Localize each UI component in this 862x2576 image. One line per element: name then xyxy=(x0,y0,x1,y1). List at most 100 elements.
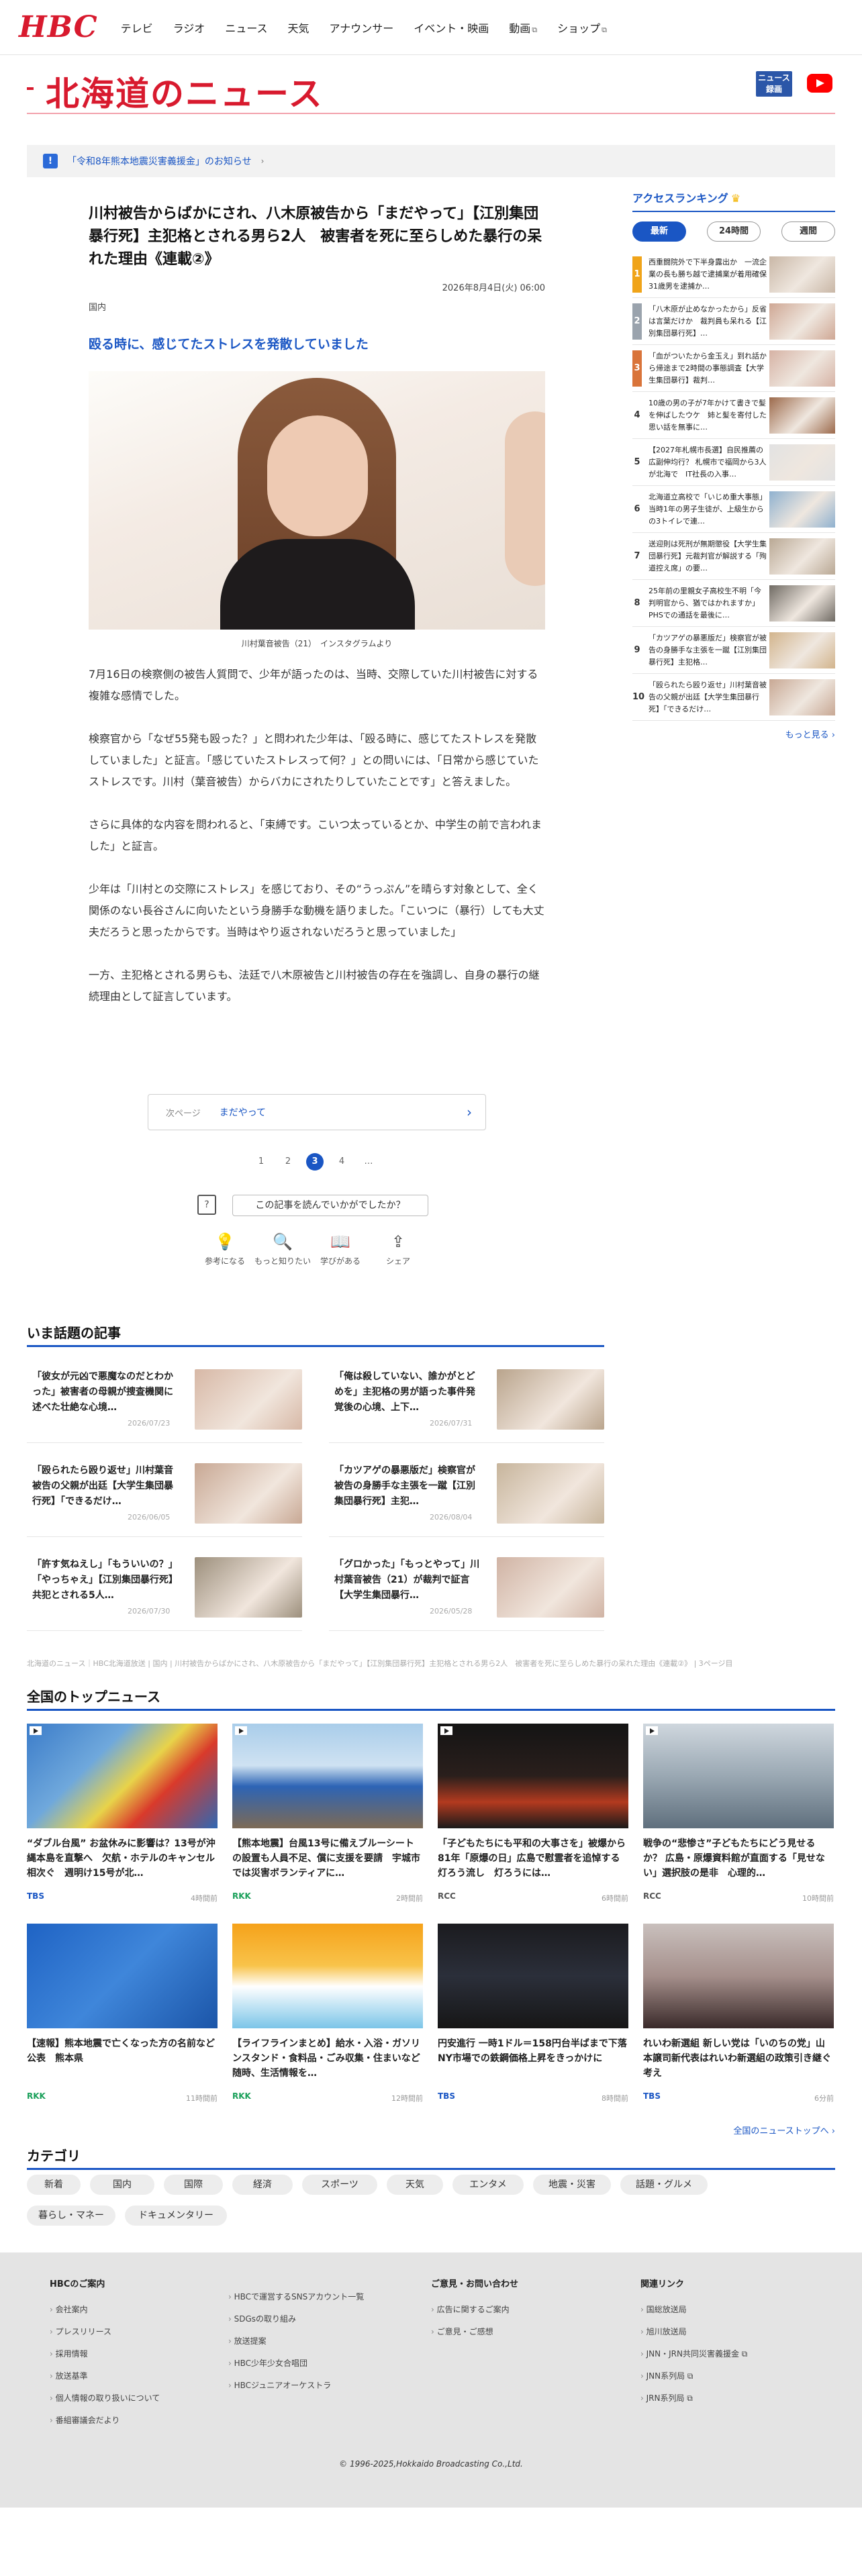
footer-link[interactable]: JRN系列局 ⧉ xyxy=(640,2387,842,2410)
news-source: TBS xyxy=(438,2091,455,2101)
top-news-item[interactable]: 【ライフラインまとめ】給水・入浴・ガソリンスタンド・食料品・ごみ収集・住まいなど… xyxy=(232,1924,423,2105)
nav-shop[interactable]: ショップ ⧉ xyxy=(557,19,607,36)
footer-link[interactable]: 放送提案 xyxy=(228,2330,430,2352)
ranking-item[interactable]: 1 西重闘院外で下半身露出か 一流企業の長も勝ち越で逮捕業が着用確保 31歳男を逮… xyxy=(632,251,835,298)
news-source: RKK xyxy=(232,2091,251,2101)
trending-item[interactable]: 「カツアゲの暴悪版だ」検察官が被告の身勝手な主張を一蹴【江別集団暴行死】主犯… … xyxy=(329,1456,604,1537)
news-recording-badge[interactable]: ニュース 録画 xyxy=(756,71,792,97)
copyright: © 1996-2025,Hokkaido Broadcasting Co.,Lt… xyxy=(339,2459,523,2469)
footer-link[interactable]: 国総放送局 xyxy=(640,2299,842,2321)
photo-face xyxy=(267,415,368,536)
youtube-icon[interactable] xyxy=(807,74,832,93)
external-link-icon: ⧉ xyxy=(532,25,538,34)
footer-link[interactable]: ご意見・ご感想 xyxy=(431,2321,632,2343)
article-paragraph: さらに具体的な内容を問われると、「束縛です。こいつ太っているとか、中学生の前で言… xyxy=(89,818,542,852)
category-pill[interactable]: 経済 xyxy=(232,2175,293,2195)
category-heading: カテゴリ xyxy=(27,2145,835,2170)
top-news-item[interactable]: 戦争の“悲惨さ”子どもたちにどう見せるか？ 広島・原爆資料館が直面する「見せない… xyxy=(643,1724,834,1905)
category-pill[interactable]: スポーツ xyxy=(302,2175,377,2195)
ranking-more-link[interactable]: もっと見る › xyxy=(632,728,835,740)
share-button[interactable]: ⇪ シェア xyxy=(369,1232,427,1267)
footer-link[interactable]: プレスリリース xyxy=(50,2321,251,2343)
page-link[interactable]: 1 xyxy=(252,1153,270,1171)
category-pill[interactable]: 国内 xyxy=(90,2175,154,2195)
trending-title: 「グロかった」「もっとやって」川村葉音被告（21）が裁判で証言【大学生集団暴行… xyxy=(334,1559,480,1601)
nav-video[interactable]: 動画 ⧉ xyxy=(509,19,537,36)
trending-item[interactable]: 「グロかった」「もっとやって」川村葉音被告（21）が裁判で証言【大学生集団暴行…… xyxy=(329,1550,604,1631)
footer-link[interactable]: 放送基準 xyxy=(50,2365,251,2387)
top-news-item[interactable]: “ダブル台風” お盆休みに影響は？13号が沖縄本島を直撃へ 欠航・ホテルのキャン… xyxy=(27,1724,218,1905)
reaction-learned[interactable]: 📖 学びがある xyxy=(312,1232,369,1267)
footer-link[interactable]: JNN・JRN共同災害義援金 ⧉ xyxy=(640,2343,842,2365)
ranking-title: 10歳の男の子が7年かけて書きで髪を伸ばしたウケ 姉と髪を寄付した思い話を無事に… xyxy=(649,399,767,432)
category-pill[interactable]: エンタメ xyxy=(452,2175,524,2195)
reaction-helpful[interactable]: 💡 参考になる xyxy=(196,1232,254,1267)
ranking-thumbnail xyxy=(769,632,835,668)
notice-banner[interactable]: ! 「令和8年熊本地震災害義援金」のお知らせ › xyxy=(27,145,835,177)
footer-link[interactable]: 個人情報の取り扱いについて xyxy=(50,2387,251,2410)
trending-heading-text: いま話題の記事 xyxy=(27,1325,121,1341)
ranking-item[interactable]: 3 「血がついたから金玉え」到れ話から帰途まで2時間の事態調査【大学生集団暴行】裁… xyxy=(632,345,835,392)
ranking-item[interactable]: 2 「八木原が止めなかったから」反省は言葉だけか 裁判員も呆れる【江別集団暴行死】… xyxy=(632,298,835,345)
tab-weekly[interactable]: 週間 xyxy=(781,221,835,242)
top-news-item[interactable]: 【熊本地震】台風13号に備えブルーシートの設置も人員不足、償に支援を要請 宇城市… xyxy=(232,1724,423,1905)
trending-item[interactable]: 「許す気ねえし」「もういいの？」「やっちゃえ」【江別集団暴行死】共犯とされる5人… xyxy=(27,1550,302,1631)
ranking-item[interactable]: 9 「カツアゲの暴悪版だ」検察官が被告の身勝手な主張を一蹴【江別集団暴行死】主犯格… xyxy=(632,627,835,674)
ranking-item[interactable]: 7 送迎則は死刑が無期懲役【大学生集団暴行死】元裁判官が解説する「殉道控え席」の要… xyxy=(632,533,835,580)
reaction-want-more[interactable]: 🔍 もっと知りたい xyxy=(254,1232,312,1267)
ranking-item[interactable]: 8 25年前の里親女子高校生不明「今判明官から、猶ではかれますか」PHSでの通話を… xyxy=(632,580,835,627)
tab-latest[interactable]: 最新 xyxy=(632,221,686,242)
page-current: 3 xyxy=(306,1153,324,1171)
category-pill[interactable]: 暮らし・マネー xyxy=(27,2206,115,2226)
category-pill[interactable]: 国際 xyxy=(164,2175,223,2195)
category-pill[interactable]: 話題・グルメ xyxy=(620,2175,708,2195)
nav-events[interactable]: イベント・映画 xyxy=(414,19,489,36)
more-top-news-link[interactable]: 全国のニューストップへ › xyxy=(733,2124,835,2136)
footer-link[interactable]: 番組審議会だより xyxy=(50,2410,251,2432)
ranking-heading-text: アクセスランキング xyxy=(632,192,728,205)
top-news-item[interactable]: れいわ新選組 新しい党は「いのちの党」山本譲司新代表はれいわ新選組の政策引き継ぐ… xyxy=(643,1924,834,2105)
rank-number: 1 xyxy=(632,256,642,293)
trending-item[interactable]: 「殴られたら殴り返せ」川村葉音被告の父親が出廷【大学生集団暴行死】「できるだけ…… xyxy=(27,1456,302,1537)
ranking-thumbnail xyxy=(769,585,835,622)
footer-link[interactable]: 会社案内 xyxy=(50,2299,251,2321)
trending-date: 2026/08/04 xyxy=(430,1513,473,1522)
footer-link[interactable]: SDGsの取り組み xyxy=(228,2308,430,2330)
ranking-item[interactable]: 5 【2027年札幌市長選】自民推薦の広副伸均行？ 札幌市で福岡から3人が北海で … xyxy=(632,439,835,486)
trending-item[interactable]: 「彼女が元凶で悪魔なのだとわかった」被害者の母親が捜査機関に述べた壮絶な心境… … xyxy=(27,1363,302,1443)
page-link[interactable]: 2 xyxy=(279,1153,297,1171)
footer-link[interactable]: HBC少年少女合唱団 xyxy=(228,2352,430,2375)
nav-weather[interactable]: 天気 xyxy=(288,19,309,36)
next-page-button[interactable]: 次ページ まだやって › xyxy=(148,1094,486,1130)
footer-link[interactable]: JNN系列局 ⧉ xyxy=(640,2365,842,2387)
footer-link[interactable]: 採用情報 xyxy=(50,2343,251,2365)
nav-tv[interactable]: テレビ xyxy=(121,19,153,36)
footer-link[interactable]: HBCジュニアオーケストラ xyxy=(228,2375,430,2397)
external-link-icon: ⧉ xyxy=(602,25,607,34)
ranking-item[interactable]: 4 10歳の男の子が7年かけて書きで髪を伸ばしたウケ 姉と髪を寄付した思い話を無事… xyxy=(632,392,835,439)
hbc-logo[interactable]: HBC xyxy=(19,10,98,44)
category-pill[interactable]: 地震・災害 xyxy=(533,2175,611,2195)
page-link[interactable]: 4 xyxy=(333,1153,350,1171)
trending-item[interactable]: 「俺は殺していない、誰かがとどめを」主犯格の男が語った事件発覚後の心境、上下… … xyxy=(329,1363,604,1443)
nav-news[interactable]: ニュース xyxy=(225,19,267,36)
article-category[interactable]: 国内 xyxy=(89,300,545,313)
top-news-item[interactable]: 「子どもたちにも平和の大事さを」被爆から81年「原爆の日」広島で慰霊者を追悼する… xyxy=(438,1724,628,1905)
category-pill[interactable]: 新着 xyxy=(27,2175,81,2195)
footer-link[interactable]: 旭川放送局 xyxy=(640,2321,842,2343)
site-title[interactable]: 北海道のニュース xyxy=(46,67,324,115)
top-news-item[interactable]: 円安進行 一時1ドル＝158円台半ばまで下落 NY市場での鉄鋼価格上昇をきっかけ… xyxy=(438,1924,628,2105)
category-pill[interactable]: 天気 xyxy=(387,2175,443,2195)
ranking-item[interactable]: 10 「殴られたら殴り返せ」川村葉音被告の父親が出廷【大学生集団暴行死】「できるだ… xyxy=(632,674,835,721)
footer-link[interactable]: HBCで運営するSNSアカウント一覧 xyxy=(228,2286,430,2308)
ranking-item[interactable]: 6 北海道立高校で「いじめ重大事態」 当時1年の男子生徒が、上級生からの3トイレで… xyxy=(632,486,835,533)
breadcrumb[interactable]: 北海道のニュース｜HBC北海道放送 | 国内 | 川村被告からばかにされ、八木原… xyxy=(27,1658,832,1669)
top-news-title: 「子どもたちにも平和の大事さを」被爆から81年「原爆の日」広島で慰霊者を追悼する… xyxy=(438,1838,626,1879)
footer-link[interactable]: 広告に関するご案内 xyxy=(431,2299,632,2321)
tab-24h[interactable]: 24時間 xyxy=(707,221,761,242)
nav-radio[interactable]: ラジオ xyxy=(173,19,205,36)
top-news-item[interactable]: 【速報】熊本地震で亡くなった方の名前など公表 熊本県 RKK 11時間前 xyxy=(27,1924,218,2105)
top-news-title: 円安進行 一時1ドル＝158円台半ばまで下落 NY市場での鉄鋼価格上昇をきっかけ… xyxy=(438,2038,628,2064)
nav-announcer[interactable]: アナウンサー xyxy=(330,19,394,36)
category-pill[interactable]: ドキュメンタリー xyxy=(125,2206,227,2226)
